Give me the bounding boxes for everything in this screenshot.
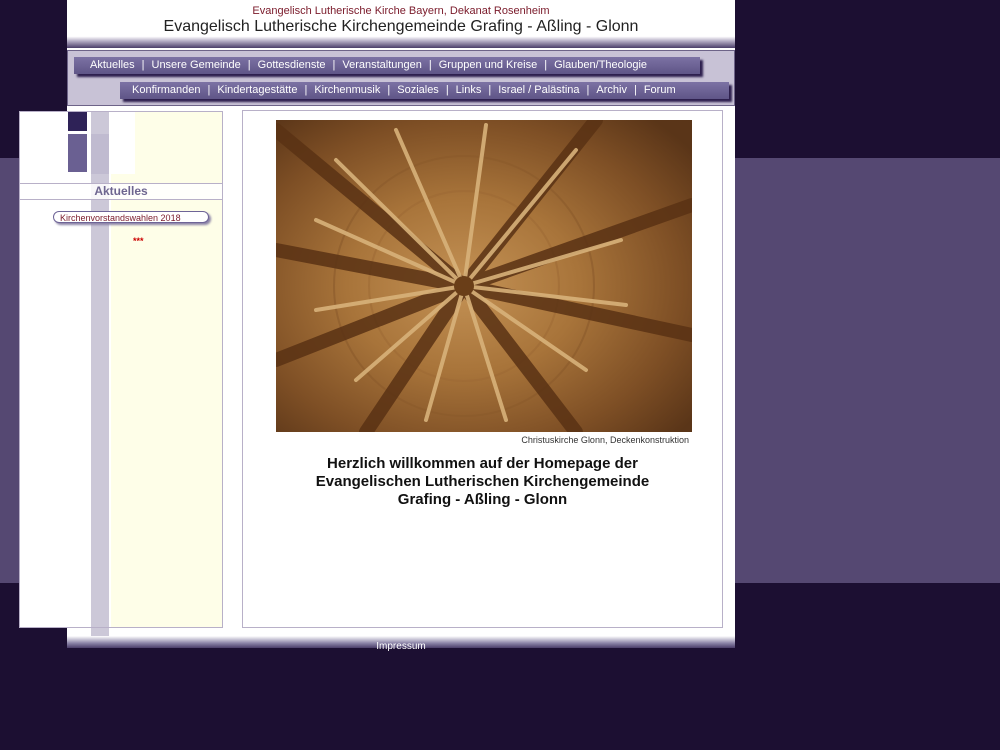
site-tagline: Evangelisch Lutherische Kirche Bayern, D… [252, 5, 550, 17]
logo-square-dark [68, 112, 87, 131]
welcome-heading: Herzlich willkommen auf der Homepage der… [243, 455, 722, 509]
welcome-line-2: Evangelischen Lutherischen Kirchengemein… [315, 473, 650, 490]
news-link-kirchenvorstandswahlen[interactable]: Kirchenvorstandswahlen 2018 [53, 211, 209, 223]
logo-square-mid [68, 134, 87, 172]
nav-separator: | [428, 59, 432, 71]
background-band-right [735, 158, 1000, 583]
nav-veranstaltungen[interactable]: Veranstaltungen [342, 59, 422, 71]
logo-square-light [91, 134, 109, 174]
nav-separator: | [207, 84, 211, 96]
nav-links[interactable]: Links [456, 84, 482, 96]
sidebar-stars: *** [133, 236, 144, 246]
nav-separator: | [304, 84, 308, 96]
nav-separator: | [586, 84, 590, 96]
nav-separator: | [488, 84, 492, 96]
nav-gruppen-und-kreise[interactable]: Gruppen und Kreise [439, 59, 537, 71]
primary-nav: Aktuelles | Unsere Gemeinde | Gottesdienste |… [74, 57, 700, 74]
site-title: Evangelisch Lutherische Kirchengemeinde … [163, 18, 639, 35]
nav-kirchenmusik[interactable]: Kirchenmusik [314, 84, 380, 96]
nav-soziales[interactable]: Soziales [397, 84, 439, 96]
nav-aktuelles[interactable]: Aktuelles [90, 59, 135, 71]
secondary-nav: Konfirmanden | Kindertagestätte | Kirchenmus… [120, 82, 729, 99]
nav-forum[interactable]: Forum [644, 84, 676, 96]
nav-separator: | [633, 84, 637, 96]
site-footer: Impressum [67, 636, 735, 652]
nav-separator: | [387, 84, 391, 96]
nav-konfirmanden[interactable]: Konfirmanden [132, 84, 201, 96]
nav-separator: | [445, 84, 449, 96]
nav-separator: | [544, 59, 548, 71]
logo-white-block [111, 112, 135, 174]
sidebar: Aktuelles Kirchenvorstandswahlen 2018 **… [19, 111, 223, 628]
nav-separator: | [332, 59, 336, 71]
nav-israel-palaestina[interactable]: Israel / Palästina [498, 84, 579, 96]
sidebar-section-title: Aktuelles [20, 183, 222, 200]
nav-separator: | [141, 59, 145, 71]
nav-gottesdienste[interactable]: Gottesdienste [258, 59, 326, 71]
nav-separator: | [247, 59, 251, 71]
nav-unsere-gemeinde[interactable]: Unsere Gemeinde [152, 59, 241, 71]
main-content: Christuskirche Glonn, Deckenkonstruktion… [242, 110, 723, 628]
impressum-link[interactable]: Impressum [376, 641, 425, 652]
nav-glauben-theologie[interactable]: Glauben/Theologie [554, 59, 647, 71]
photo-caption: Christuskirche Glonn, Deckenkonstruktion [521, 435, 689, 445]
welcome-line-3: Grafing - Aßling - Glonn [397, 491, 568, 508]
welcome-line-1: Herzlich willkommen auf der Homepage der [327, 455, 638, 472]
ceiling-beams-illustration [276, 120, 692, 432]
navigation-zone: Aktuelles | Unsere Gemeinde | Gottesdienste |… [67, 50, 735, 106]
site-header: Evangelisch Lutherische Kirche Bayern, D… [67, 0, 735, 48]
nav-archiv[interactable]: Archiv [596, 84, 627, 96]
church-ceiling-photo [276, 120, 692, 432]
nav-kindertagestaette[interactable]: Kindertagestätte [217, 84, 297, 96]
